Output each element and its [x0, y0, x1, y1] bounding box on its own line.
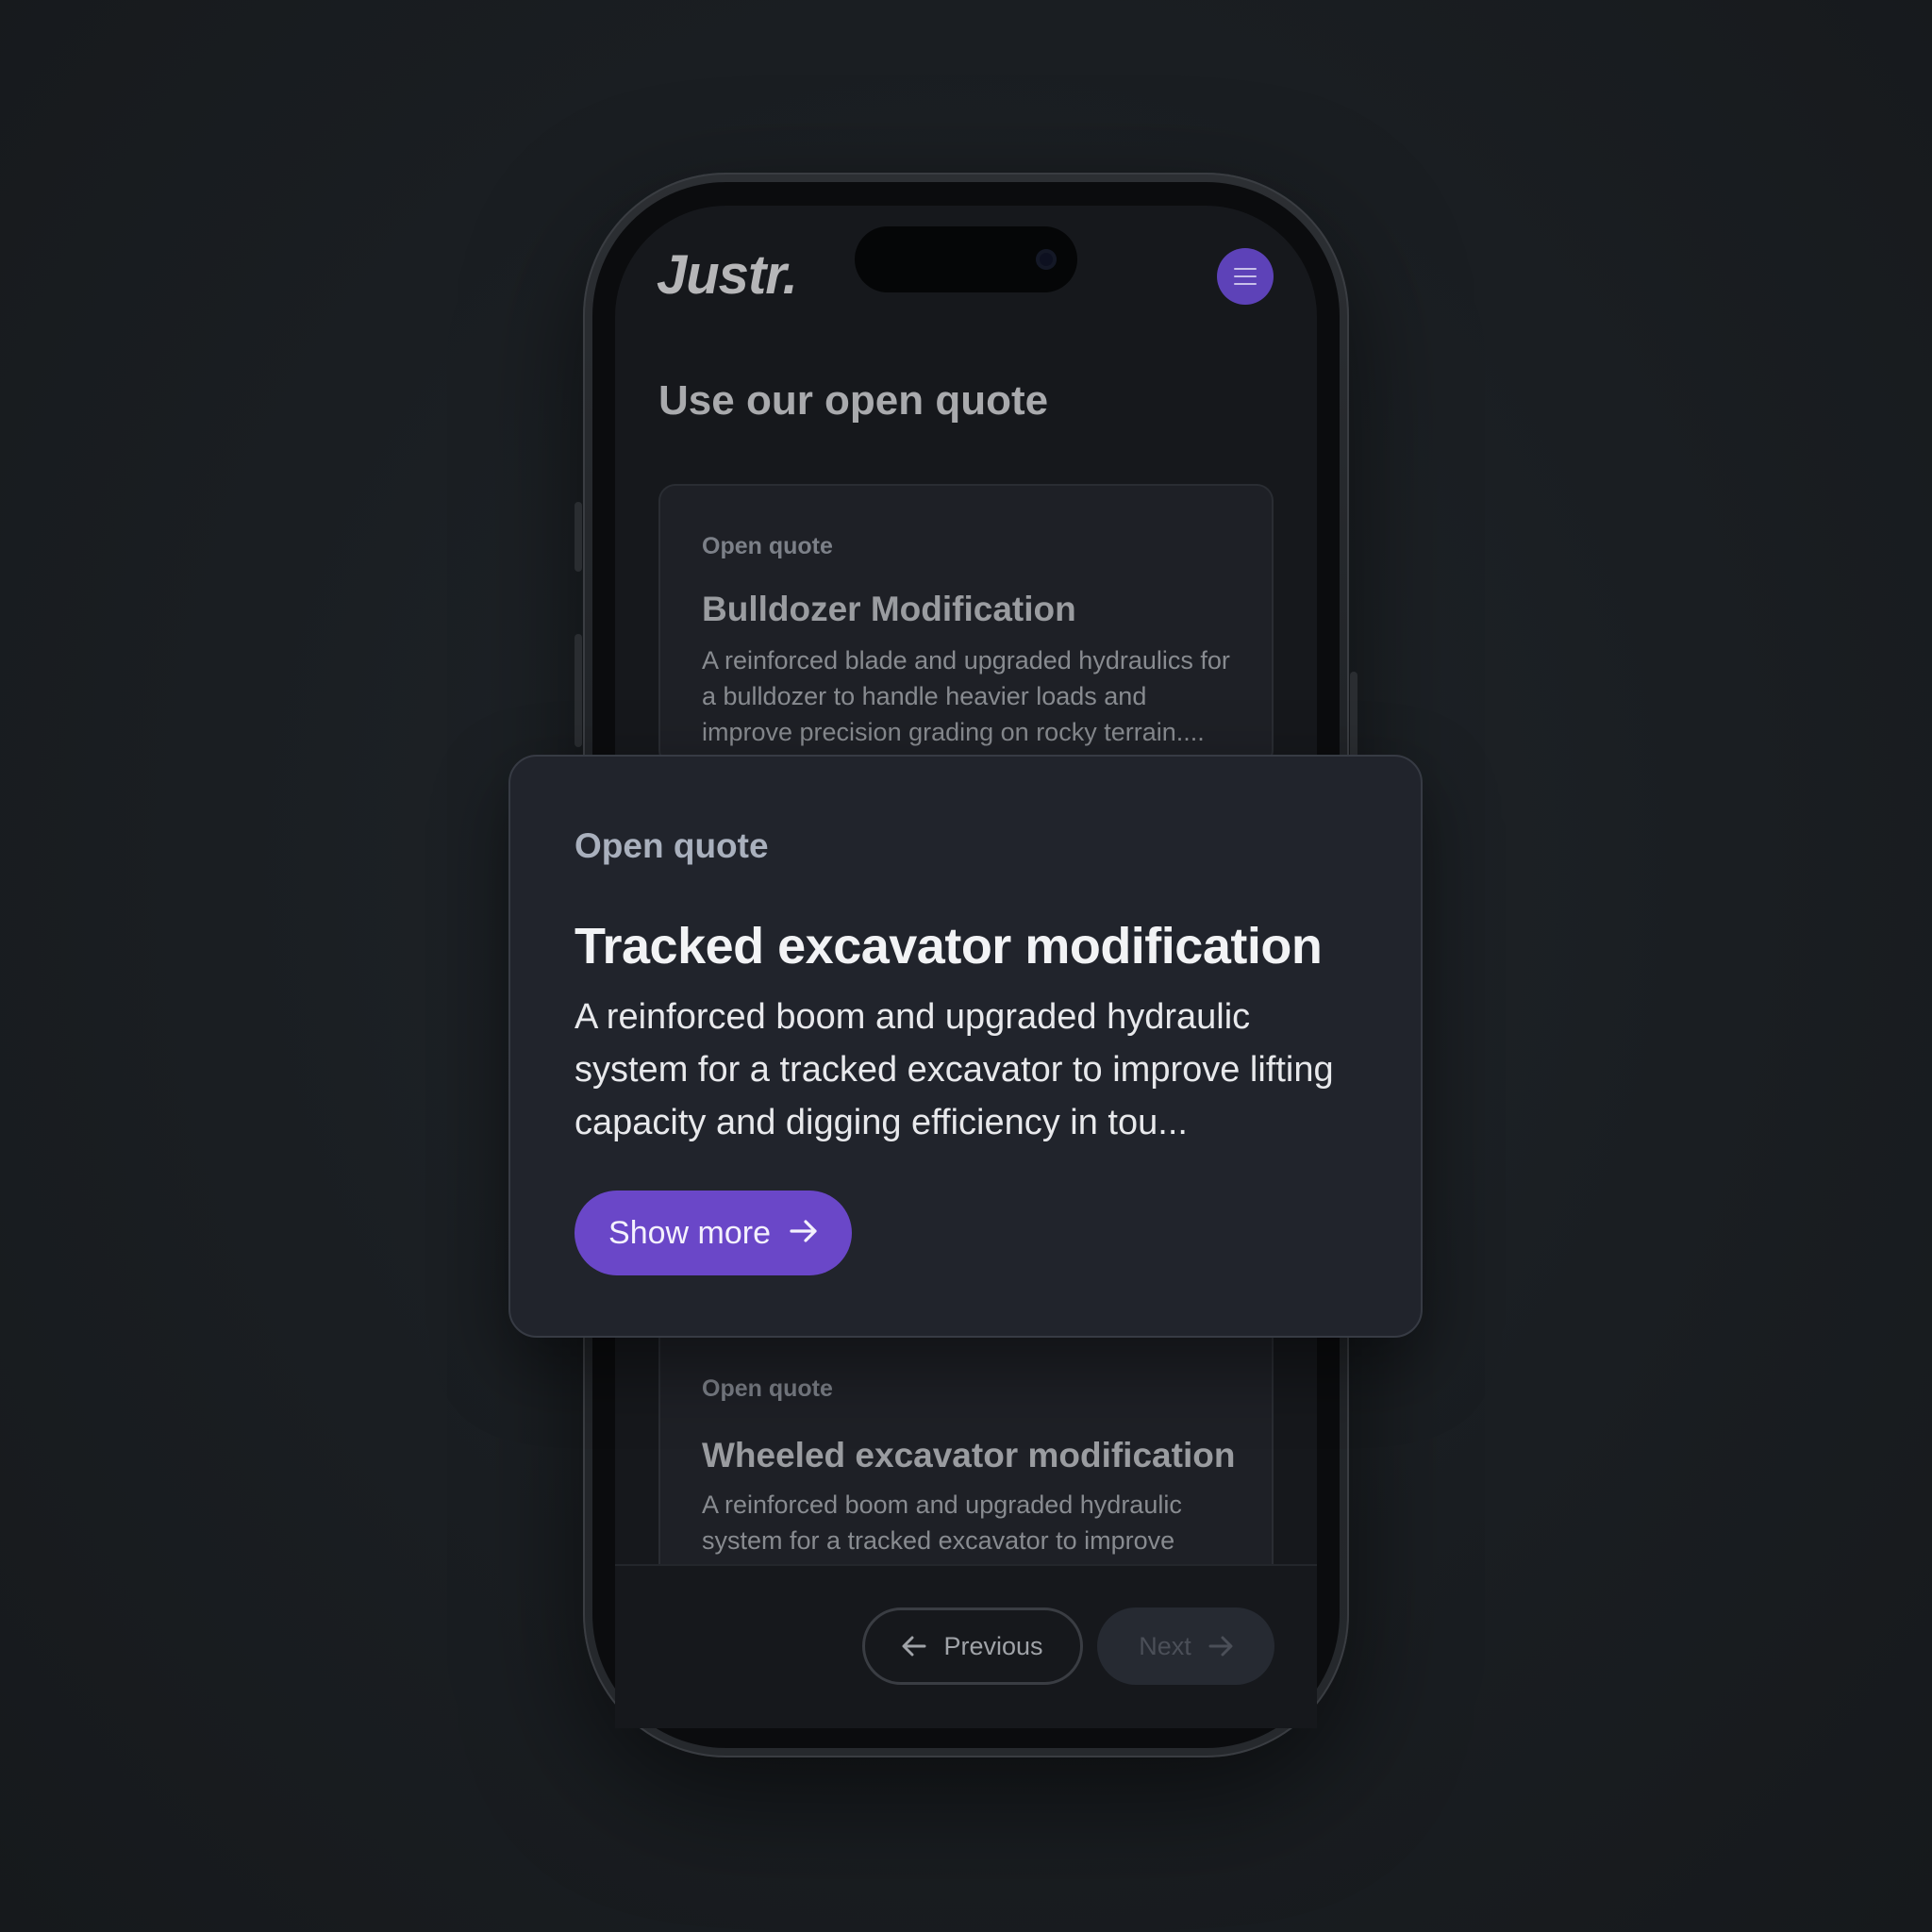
quote-card-title: Bulldozer Modification	[702, 590, 1076, 628]
quote-card[interactable]: Open quote Bulldozer Modification A rein…	[658, 484, 1274, 767]
show-more-button[interactable]: Show more	[575, 1191, 852, 1275]
featured-quote-card[interactable]: Open quote Tracked excavator modificatio…	[508, 755, 1423, 1338]
device-mockup: Justr. Use our open quote Open quote Bul…	[0, 0, 1932, 1932]
hamburger-menu-button[interactable]	[1217, 248, 1274, 305]
front-camera	[1036, 249, 1057, 270]
arrow-left-icon	[902, 1636, 926, 1657]
quote-card-title: Wheeled excavator modification	[702, 1436, 1236, 1474]
arrow-right-icon	[790, 1215, 818, 1252]
hamburger-menu-icon	[1234, 275, 1257, 277]
phone-side-button	[575, 634, 582, 747]
quote-card-eyebrow: Open quote	[575, 826, 769, 865]
quote-card-description: A reinforced blade and upgraded hydrauli…	[702, 646, 1230, 746]
justr-logo[interactable]: Justr.	[657, 243, 798, 307]
quote-card-title: Tracked excavator modification	[575, 918, 1323, 974]
quote-card-eyebrow: Open quote	[702, 533, 833, 559]
hamburger-menu-icon	[1234, 268, 1257, 270]
quote-card-description: A reinforced boom and upgraded hydraulic…	[702, 1491, 1182, 1555]
next-label: Next	[1139, 1631, 1191, 1660]
hamburger-menu-icon	[1234, 283, 1257, 285]
phone-side-button	[575, 502, 582, 572]
quote-card[interactable]: Open quote Wheeled excavator modificatio…	[658, 1321, 1274, 1604]
previous-button[interactable]: Previous	[862, 1607, 1083, 1685]
show-more-label: Show more	[608, 1214, 771, 1251]
page-title: Use our open quote	[658, 377, 1049, 424]
quote-card-description: A reinforced boom and upgraded hydraulic…	[575, 997, 1334, 1142]
previous-label: Previous	[943, 1631, 1043, 1660]
next-button[interactable]: Next	[1097, 1607, 1274, 1685]
arrow-right-icon	[1208, 1636, 1233, 1657]
quote-card-eyebrow: Open quote	[702, 1375, 833, 1402]
